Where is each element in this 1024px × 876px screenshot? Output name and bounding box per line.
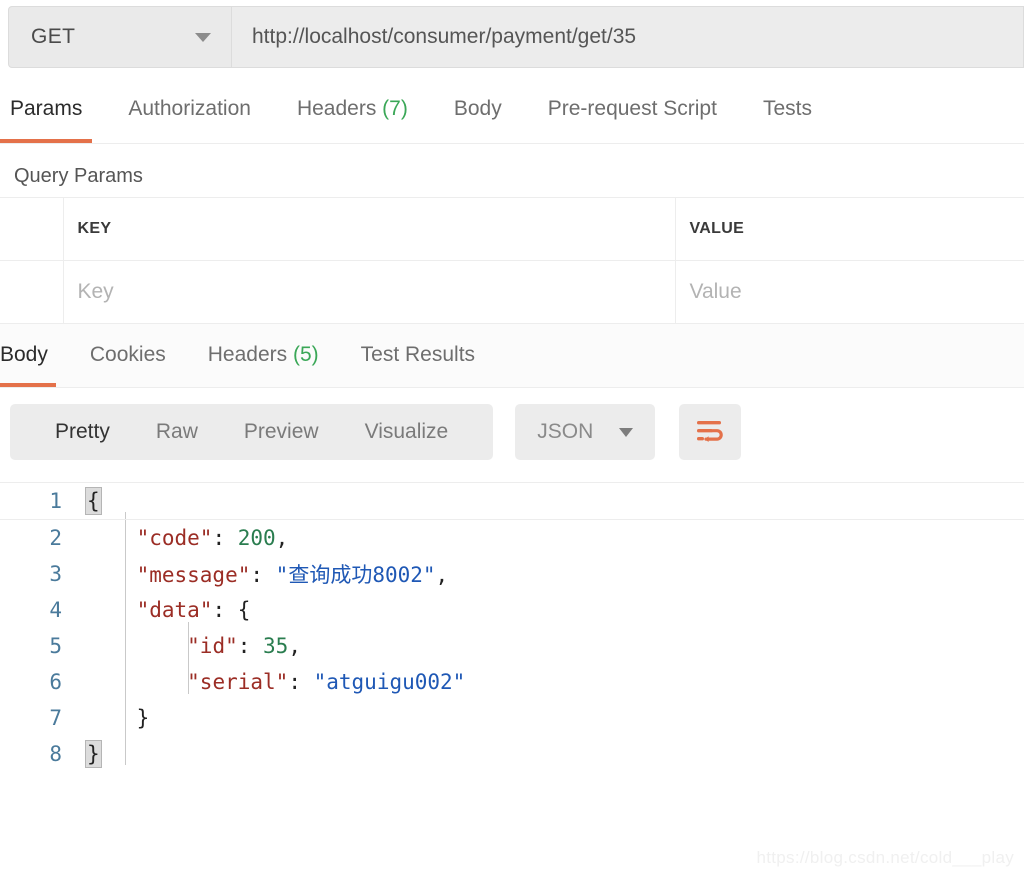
select-all-checkbox-cell[interactable]	[0, 197, 64, 261]
code-line-row: 5 "id": 35,	[0, 628, 1024, 664]
response-body-viewer[interactable]: 1 { 2 "code": 200, 3 "message": "查询成功800…	[0, 476, 1024, 772]
response-tab-headers-label: Headers	[207, 343, 288, 366]
tab-body-label: Body	[453, 97, 502, 120]
line-number: 4	[49, 598, 62, 622]
response-format-toolbar: Pretty Raw Preview Visualize JSON	[0, 388, 1024, 476]
column-header-value: VALUE	[675, 197, 1024, 261]
tab-params-label: Params	[10, 97, 83, 120]
line-number: 1	[49, 489, 62, 513]
http-method-label: GET	[31, 25, 76, 48]
response-tab-headers[interactable]: Headers (5)	[208, 343, 319, 387]
line-number: 3	[49, 562, 62, 586]
tab-authorization[interactable]: Authorization	[128, 97, 251, 143]
tab-pre-request-script-label: Pre-request Script	[547, 97, 717, 120]
code-line-content[interactable]: }	[85, 740, 102, 768]
request-tabs: Params Authorization Headers (7) Body Pr…	[0, 78, 1024, 144]
request-url-bar: GET http://localhost/consumer/payment/ge…	[0, 0, 1024, 78]
line-number: 8	[49, 742, 62, 766]
response-language-select[interactable]: JSON	[515, 404, 656, 460]
tab-headers-count: (7)	[382, 97, 408, 120]
chevron-down-icon	[619, 427, 634, 437]
table-row: Key Value	[0, 260, 1024, 324]
response-tab-body-label: Body	[0, 343, 48, 366]
word-wrap-button[interactable]	[679, 404, 742, 460]
response-tab-test-results[interactable]: Test Results	[361, 343, 475, 387]
tab-authorization-label: Authorization	[128, 97, 251, 120]
format-mode-group: Pretty Raw Preview Visualize	[10, 404, 494, 460]
response-tab-cookies-label: Cookies	[89, 343, 166, 366]
code-line-row: 1 {	[0, 482, 1024, 520]
code-line-content[interactable]: "data": {	[86, 598, 251, 622]
code-line-row: 7 }	[0, 700, 1024, 736]
query-params-table: KEY VALUE Key Value	[0, 197, 1024, 324]
word-wrap-icon	[697, 421, 724, 442]
response-tab-body[interactable]: Body	[0, 343, 56, 387]
tab-pre-request-script[interactable]: Pre-request Script	[548, 97, 717, 143]
tab-body[interactable]: Body	[454, 97, 502, 143]
url-input[interactable]: http://localhost/consumer/payment/get/35	[252, 25, 636, 49]
format-preview-button[interactable]: Preview	[244, 420, 319, 444]
code-line-row: 6 "serial": "atguigu002"	[0, 664, 1024, 700]
code-line-row: 2 "code": 200,	[0, 520, 1024, 556]
tab-headers-label: Headers	[296, 97, 377, 120]
code-line-content[interactable]: "serial": "atguigu002"	[86, 670, 465, 694]
param-key-input[interactable]: Key	[63, 260, 676, 324]
column-header-key: KEY	[63, 197, 676, 261]
code-line-content[interactable]: {	[85, 487, 102, 515]
format-raw-button[interactable]: Raw	[156, 420, 198, 444]
table-header-row: KEY VALUE	[0, 197, 1024, 261]
tab-params[interactable]: Params	[0, 97, 93, 143]
tab-tests[interactable]: Tests	[763, 97, 812, 143]
line-number: 6	[49, 670, 62, 694]
tab-headers[interactable]: Headers (7)	[297, 97, 408, 143]
chevron-down-icon	[195, 32, 211, 42]
line-number: 7	[49, 706, 62, 730]
watermark: https://blog.csdn.net/cold___play	[756, 848, 1014, 867]
response-tab-headers-count: (5)	[292, 343, 319, 366]
line-number: 5	[49, 634, 62, 658]
line-number: 2	[49, 526, 62, 550]
param-value-input[interactable]: Value	[675, 260, 1024, 324]
url-input-wrapper[interactable]: http://localhost/consumer/payment/get/35	[232, 6, 1024, 68]
format-pretty-button[interactable]: Pretty	[55, 420, 110, 444]
tab-tests-label: Tests	[762, 97, 812, 120]
response-tab-cookies[interactable]: Cookies	[90, 343, 166, 387]
format-visualize-button[interactable]: Visualize	[365, 420, 449, 444]
code-line-row: 3 "message": "查询成功8002",	[0, 556, 1024, 592]
query-params-title: Query Params	[14, 165, 143, 187]
code-line-row: 8 }	[0, 736, 1024, 772]
row-checkbox-cell[interactable]	[0, 260, 64, 324]
code-line-content[interactable]: "id": 35,	[86, 634, 301, 658]
code-line-content[interactable]: }	[86, 706, 150, 730]
response-language-label: JSON	[537, 420, 594, 443]
response-tab-test-results-label: Test Results	[360, 343, 476, 366]
code-line-content[interactable]: "message": "查询成功8002",	[86, 559, 449, 589]
code-line-content[interactable]: "code": 200,	[86, 526, 289, 550]
code-line-row: 4 "data": {	[0, 592, 1024, 628]
response-tabs: Body Cookies Headers (5) Test Results	[0, 324, 1024, 388]
http-method-select[interactable]: GET	[8, 6, 232, 68]
